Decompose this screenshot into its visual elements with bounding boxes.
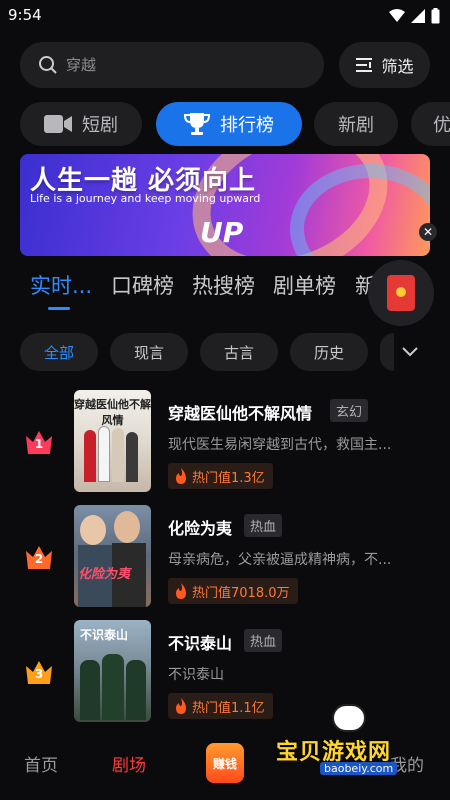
red-envelope-button[interactable] [368,260,434,326]
search-bar[interactable] [20,42,324,88]
heat-value: 热门值1.1亿 [192,700,265,716]
heat-value: 热门值7018.0万 [192,585,290,601]
rank-crown-icon: 2 [24,543,54,571]
search-input[interactable] [66,56,286,74]
banner-subtitle: Life is a journey and keep moving upward [30,192,261,205]
drama-title[interactable]: 化险为夷 [168,515,232,539]
watermark-mascot-icon [332,704,366,732]
signal-icon [411,9,425,23]
trophy-icon [184,113,210,135]
tab-short-drama[interactable]: 短剧 [20,102,142,146]
poster-figure [102,654,124,720]
genre-chip-history[interactable]: 历史 [290,333,368,371]
tab-new-drama[interactable]: 新剧 [314,102,398,146]
heat-badge: 热门值1.1亿 [168,693,273,719]
flame-icon [176,468,186,484]
poster-image[interactable]: 不识泰山 [74,620,151,722]
poster-face [114,511,140,543]
banner-logo: UP [200,216,244,249]
drama-description: 不识泰山 [168,667,224,683]
promo-banner[interactable]: 人生一趟 必须向上 Life is a journey and keep mov… [20,154,430,256]
wifi-icon [389,9,405,22]
status-time: 9:54 [8,6,42,24]
drama-title[interactable]: 不识泰山 [168,630,232,654]
tab-label: 短剧 [82,115,118,136]
genre-tag: 热血 [244,514,283,537]
banner-close-icon[interactable]: ✕ [419,223,437,241]
rank-number: 3 [34,667,44,681]
nav-earn-label: 赚钱 [212,756,237,771]
video-camera-icon [44,115,72,133]
genre-chip-all[interactable]: 全部 [20,333,98,371]
poster-title: 不识泰山 [80,628,129,642]
rank-number: 1 [34,437,44,451]
rank-tab-indicator [48,307,70,310]
chevron-down-icon[interactable] [394,338,426,366]
poster-figure [80,660,100,720]
tab-premium[interactable]: 优 [411,102,450,146]
nav-home[interactable]: 首页 [24,751,58,776]
heat-badge: 热门值1.3亿 [168,463,273,489]
red-envelope-icon [387,275,415,311]
list-item[interactable]: 2 化险为夷 化险为夷 热血 母亲病危，父亲被逼成精神病，不... 热门值701… [0,505,450,613]
poster-face [80,515,106,545]
status-icons [389,8,440,24]
tab-label: 排行榜 [220,115,274,136]
rank-crown-icon: 1 [24,428,54,456]
drama-title[interactable]: 穿越医仙他不解风情 [168,400,312,424]
battery-icon [431,8,440,24]
tab-label: 优 [433,115,450,136]
poster-image[interactable]: 化险为夷 [74,505,151,607]
genre-chip-ancient[interactable]: 古言 [200,333,278,371]
poster-figures [82,426,142,486]
flame-icon [176,698,186,714]
genre-chip-modern[interactable]: 现言 [110,333,188,371]
poster-image[interactable]: 穿越医仙他不解风情 [74,390,151,492]
list-item[interactable]: 1 穿越医仙他不解风情 穿越医仙他不解风情 玄幻 现代医生易闲穿越到古代，救国主… [0,390,450,498]
poster-title: 穿越医仙他不解风情 [74,398,151,427]
watermark-url: baobeiy.com [320,762,398,775]
nav-theater[interactable]: 剧场 [112,751,146,776]
poster-title: 化险为夷 [78,567,131,582]
site-watermark: 宝贝游戏网 baobeiy.com [268,700,428,780]
poster-figure [126,660,146,720]
genre-tag: 玄幻 [330,399,369,422]
nav-earn-button[interactable]: 赚钱 [206,743,244,783]
rank-tab-reputation[interactable]: 口碑榜 [111,270,174,300]
rank-tab-drama-list[interactable]: 剧单榜 [273,270,336,300]
tab-label: 新剧 [338,115,374,136]
filter-list-icon [356,58,373,72]
drama-description: 母亲病危，父亲被逼成精神病，不... [168,552,392,568]
status-bar: 9:54 [0,0,450,32]
search-icon [39,56,57,74]
rank-tab-hot-search[interactable]: 热搜榜 [192,270,255,300]
genre-tag: 热血 [244,629,283,652]
rank-tab-realtime[interactable]: 实时... [30,270,92,300]
drama-description: 现代医生易闲穿越到古代，救国主... [168,437,392,453]
flame-icon [176,583,186,599]
genre-chip-city[interactable] [380,333,394,371]
filter-label: 筛选 [381,57,414,76]
heat-badge: 热门值7018.0万 [168,578,298,604]
tab-ranking[interactable]: 排行榜 [156,102,302,146]
filter-button[interactable]: 筛选 [339,42,430,88]
heat-value: 热门值1.3亿 [192,470,265,486]
rank-crown-icon: 3 [24,658,54,686]
rank-number: 2 [34,552,44,566]
